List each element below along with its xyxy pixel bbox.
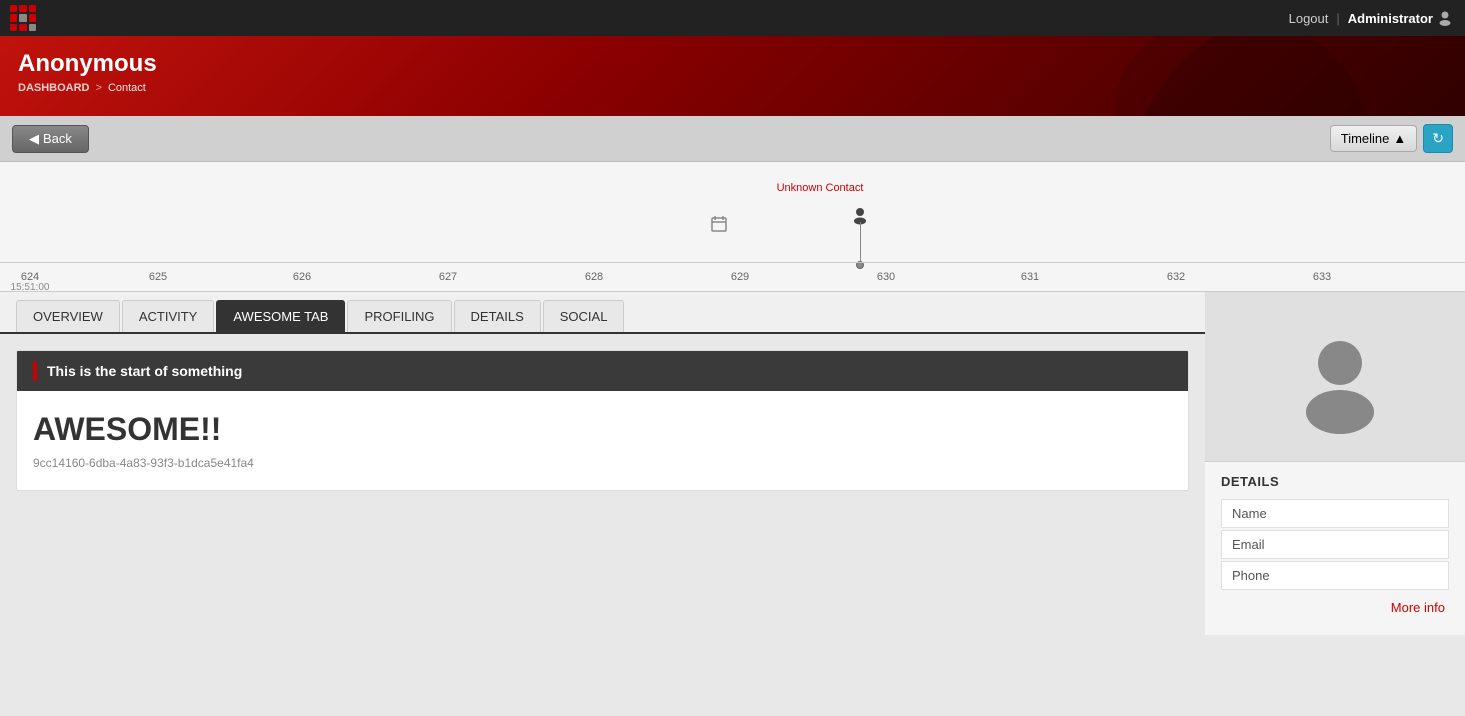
tab-activity[interactable]: ACTIVITY [122, 300, 215, 332]
topbar-right: Logout | Administrator [1289, 10, 1453, 26]
timeline-button[interactable]: Timeline ▲ [1330, 125, 1418, 152]
awesome-uuid: 9cc14160-6dba-4a83-93f3-b1dca5e41fa4 [33, 456, 1172, 470]
timeline-arrow-icon: ▲ [1393, 131, 1406, 146]
admin-menu[interactable]: Administrator [1348, 10, 1453, 26]
timeline-area: Unknown Contact 624 15:51:00 625 626 627… [0, 162, 1465, 292]
more-info-row: More info [1221, 592, 1449, 623]
detail-name: Name [1221, 499, 1449, 528]
awesome-card: This is the start of something AWESOME!!… [16, 350, 1189, 491]
toolbar: ◀ Back Timeline ▲ ↻ [0, 116, 1465, 162]
breadcrumb: DASHBOARD > Contact [18, 82, 1447, 94]
timeline-tick-625: 625 [149, 271, 167, 283]
breadcrumb-separator: > [96, 82, 102, 94]
tab-profiling[interactable]: PROFILING [347, 300, 451, 332]
logout-link[interactable]: Logout [1289, 11, 1329, 26]
back-label: Back [43, 131, 72, 146]
topbar-divider: | [1336, 11, 1339, 26]
details-title: DETAILS [1221, 474, 1449, 489]
card-header-title: This is the start of something [47, 363, 242, 379]
avatar-section [1205, 292, 1465, 462]
card-header: This is the start of something [17, 351, 1188, 391]
awesome-text: AWESOME!! [33, 411, 1172, 448]
page-title: Anonymous [18, 50, 1447, 78]
left-panel: OVERVIEW ACTIVITY AWESOME TAB PROFILING … [0, 292, 1205, 635]
tab-content: This is the start of something AWESOME!!… [0, 334, 1205, 519]
more-info-link[interactable]: More info [1391, 600, 1445, 615]
timeline-tick-628: 628 [585, 271, 603, 283]
back-arrow-icon: ◀ [29, 131, 39, 147]
refresh-icon: ↻ [1432, 130, 1444, 146]
tab-social[interactable]: SOCIAL [543, 300, 625, 332]
main-content: OVERVIEW ACTIVITY AWESOME TAB PROFILING … [0, 292, 1465, 635]
timeline-tick-633: 633 [1313, 271, 1331, 283]
right-panel: DETAILS Name Email Phone More info [1205, 292, 1465, 635]
timeline-tick-629: 629 [731, 271, 749, 283]
tab-awesome-tab[interactable]: AWESOME TAB [216, 300, 345, 332]
timeline-tick-627: 627 [439, 271, 457, 283]
timeline-time-label: 15:51:00 [11, 282, 50, 292]
admin-label: Administrator [1348, 11, 1433, 26]
timeline-label: Timeline [1341, 131, 1390, 146]
header-banner: Anonymous DASHBOARD > Contact [0, 36, 1465, 116]
back-button[interactable]: ◀ Back [12, 125, 89, 153]
tab-overview[interactable]: OVERVIEW [16, 300, 120, 332]
card-header-accent [33, 361, 37, 381]
timeline-tick-630: 630 [877, 271, 895, 283]
admin-icon [1437, 10, 1453, 26]
timeline-line [860, 222, 861, 262]
avatar [1285, 327, 1385, 427]
toolbar-right: Timeline ▲ ↻ [1330, 124, 1453, 153]
timeline-tick-632: 632 [1167, 271, 1185, 283]
card-body: AWESOME!! 9cc14160-6dba-4a83-93f3-b1dca5… [17, 391, 1188, 490]
refresh-button[interactable]: ↻ [1423, 124, 1453, 153]
breadcrumb-current: Contact [108, 82, 146, 94]
topbar: Logout | Administrator [0, 0, 1465, 36]
tab-details[interactable]: DETAILS [454, 300, 541, 332]
detail-email: Email [1221, 530, 1449, 559]
timeline-tick-631: 631 [1021, 271, 1039, 283]
tabs: OVERVIEW ACTIVITY AWESOME TAB PROFILING … [0, 292, 1205, 334]
details-section: DETAILS Name Email Phone More info [1205, 462, 1465, 635]
timeline-tick-626: 626 [293, 271, 311, 283]
timeline-contact-label: Unknown Contact [777, 182, 864, 194]
timeline-calendar-icon[interactable] [710, 215, 728, 236]
breadcrumb-dashboard[interactable]: DASHBOARD [18, 82, 90, 94]
timeline-axis [0, 262, 1465, 263]
logo[interactable] [10, 5, 36, 31]
detail-phone: Phone [1221, 561, 1449, 590]
